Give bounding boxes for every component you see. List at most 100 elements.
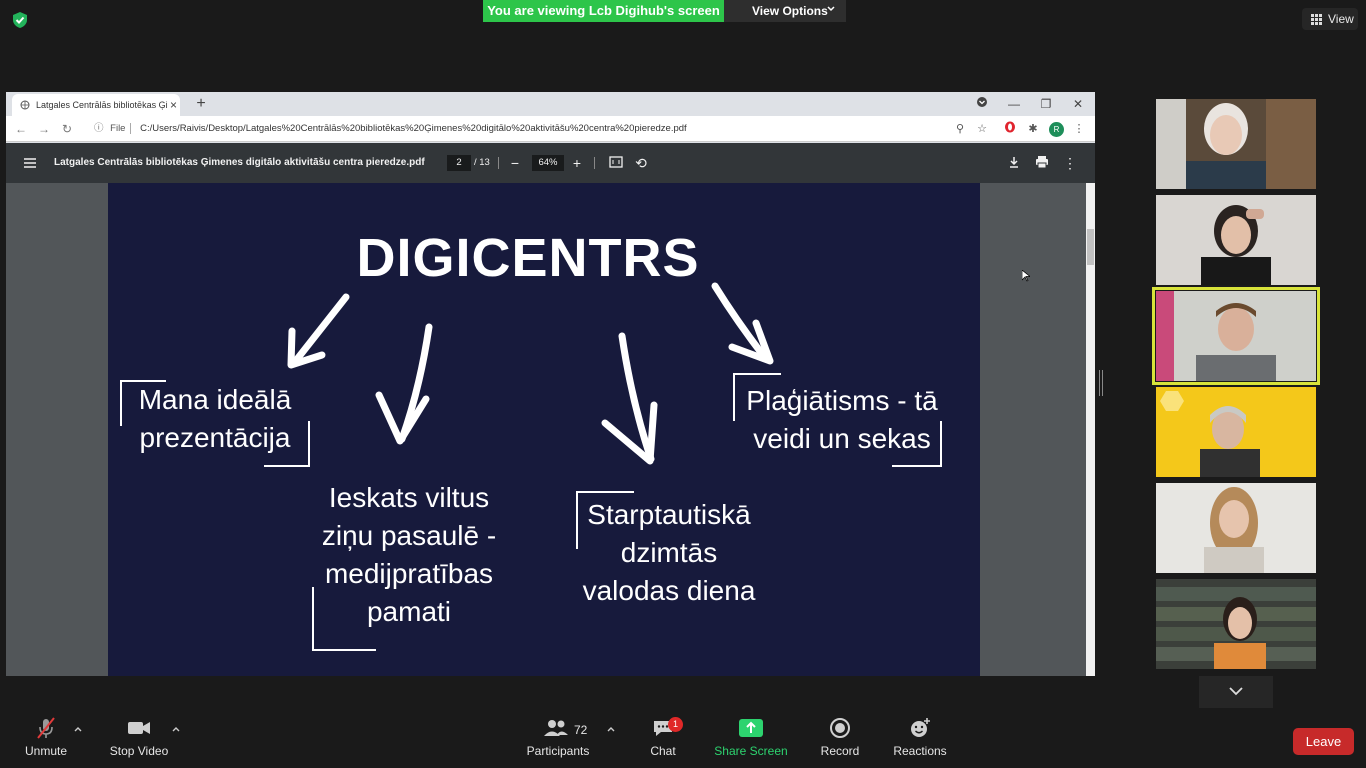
chevron-down-icon xyxy=(1229,687,1243,696)
share-screen-icon xyxy=(739,719,763,737)
audio-options-caret-icon[interactable] xyxy=(73,724,83,734)
participants-options-caret-icon[interactable] xyxy=(606,724,616,734)
stop-video-label: Stop Video xyxy=(109,744,169,758)
viewing-screen-banner: You are viewing Lcb Digihub's screen xyxy=(483,0,724,22)
tab-title: Latgales Centrālās bibliotēkas Ģi xyxy=(36,100,168,110)
resize-handle[interactable] xyxy=(1099,370,1103,396)
slide-item-4-line: Plaģiātisms - tā xyxy=(746,385,938,416)
participant-video xyxy=(1156,195,1316,285)
pdf-menu-icon[interactable] xyxy=(22,156,38,170)
rotate-icon[interactable]: ⟲ xyxy=(632,154,650,172)
record-label: Record xyxy=(820,744,860,758)
browser-tab[interactable]: Latgales Centrālās bibliotēkas Ģi × xyxy=(12,94,180,116)
slide-item-3-line: Starptautiskā xyxy=(587,499,751,530)
slide-item-3-line: dzimtās xyxy=(620,537,718,568)
video-camera-icon xyxy=(128,722,150,734)
participant-video-tile[interactable] xyxy=(1156,195,1316,285)
reload-icon[interactable]: ↻ xyxy=(59,121,75,137)
stop-video-button[interactable]: Stop Video xyxy=(104,716,174,758)
leave-meeting-button[interactable]: Leave xyxy=(1293,728,1354,755)
share-screen-label: Share Screen xyxy=(714,744,788,758)
zoom-search-icon[interactable]: ⚲ xyxy=(952,121,968,137)
fit-page-icon[interactable] xyxy=(607,154,625,172)
participant-video-tile[interactable] xyxy=(1156,99,1316,189)
record-button[interactable]: Record xyxy=(818,716,862,758)
zoom-in-icon[interactable]: + xyxy=(568,154,586,172)
globe-icon xyxy=(20,100,30,110)
view-layout-button[interactable]: View xyxy=(1302,8,1358,30)
minimize-icon[interactable]: — xyxy=(1004,95,1024,113)
slide-item-3-line: valodas diena xyxy=(582,575,756,606)
profile-avatar[interactable]: R xyxy=(1049,122,1064,137)
slide-item-1-line: prezentācija xyxy=(139,422,291,453)
extensions-puzzle-icon[interactable]: ✱ xyxy=(1025,121,1041,137)
slide-item-1-line: Mana ideālā xyxy=(138,384,292,415)
view-options-label: View Options xyxy=(752,4,828,18)
download-icon[interactable] xyxy=(1005,154,1023,172)
slide-item-2-line: medijpratības xyxy=(324,558,494,589)
toolbar-divider xyxy=(594,157,595,169)
zoom-out-icon[interactable]: − xyxy=(506,154,524,172)
participant-video xyxy=(1156,99,1316,189)
slide-item-4: Plaģiātisms - tā veidi un sekas xyxy=(744,382,940,458)
pdf-page-input[interactable]: 2 xyxy=(447,155,471,171)
pdf-title: Latgales Centrālās bibliotēkas Ģimenes d… xyxy=(54,157,425,168)
participant-video-tile-active-speaker[interactable] xyxy=(1152,287,1320,385)
unmute-label: Unmute xyxy=(24,744,68,758)
participant-count: 72 xyxy=(574,723,588,737)
pdf-more-icon[interactable]: ⋮ xyxy=(1061,154,1079,172)
close-window-icon[interactable]: ✕ xyxy=(1068,95,1088,113)
slide-item-2-line: pamati xyxy=(366,596,452,627)
view-options-button[interactable]: View Options xyxy=(724,0,846,22)
zoom-meeting-window: You are viewing Lcb Digihub's screen Vie… xyxy=(0,0,1366,768)
participants-icon xyxy=(544,720,568,736)
pdf-zoom-input[interactable]: 64% xyxy=(532,155,564,171)
forward-icon[interactable]: → xyxy=(36,121,52,137)
tab-search-icon[interactable] xyxy=(972,95,992,113)
info-icon[interactable]: ⓘ xyxy=(94,123,104,134)
participant-video-tile[interactable] xyxy=(1156,387,1316,477)
shared-screen[interactable]: Latgales Centrālās bibliotēkas Ģi × + — … xyxy=(6,92,1095,676)
mouse-cursor-icon xyxy=(1022,270,1030,282)
unmute-button[interactable]: Unmute xyxy=(20,716,72,758)
slide-item-4-line: veidi un sekas xyxy=(753,423,931,454)
slide-item-3: Starptautiskā dzimtās valodas diena xyxy=(574,496,764,610)
participant-video xyxy=(1156,291,1316,381)
reactions-label: Reactions xyxy=(893,744,947,758)
smiley-icon xyxy=(911,718,930,737)
scrollbar-thumb[interactable] xyxy=(1087,229,1094,265)
participant-video xyxy=(1156,483,1316,573)
bookmark-star-icon[interactable]: ☆ xyxy=(974,121,990,137)
video-options-caret-icon[interactable] xyxy=(171,724,181,734)
view-label: View xyxy=(1328,12,1354,26)
encryption-shield-icon[interactable] xyxy=(11,11,29,29)
more-participants-button[interactable] xyxy=(1199,676,1273,708)
record-icon xyxy=(830,718,850,738)
pdf-viewport[interactable]: DIGICENTRS Mana ideālā prezentācija Iesk… xyxy=(6,183,1086,676)
url-scheme: File xyxy=(110,123,132,134)
restore-icon[interactable]: ❐ xyxy=(1036,95,1056,113)
chat-unread-badge: 1 xyxy=(668,717,683,732)
url-field[interactable]: ⓘ File C:/Users/Raivis/Desktop/Latgales%… xyxy=(86,119,966,139)
grid-icon xyxy=(1311,14,1322,25)
print-icon[interactable] xyxy=(1033,154,1051,172)
browser-tab-bar: Latgales Centrālās bibliotēkas Ģi × + — … xyxy=(6,92,1095,116)
back-icon[interactable]: ← xyxy=(13,121,29,137)
reactions-button[interactable]: Reactions xyxy=(892,716,948,758)
participants-label: Participants xyxy=(526,744,590,758)
close-tab-icon[interactable]: × xyxy=(170,94,177,116)
pdf-scrollbar[interactable] xyxy=(1086,183,1095,676)
chat-label: Chat xyxy=(650,744,676,758)
slide-item-1: Mana ideālā prezentācija xyxy=(132,381,298,457)
browser-menu-icon[interactable]: ⋮ xyxy=(1071,121,1087,137)
share-screen-button[interactable]: Share Screen xyxy=(714,716,788,758)
pdf-slide: DIGICENTRS Mana ideālā prezentācija Iesk… xyxy=(108,183,980,676)
url-text: C:/Users/Raivis/Desktop/Latgales%20Centr… xyxy=(140,123,687,134)
chevron-down-icon xyxy=(827,6,835,12)
new-tab-button[interactable]: + xyxy=(191,94,211,114)
participant-video-tile[interactable] xyxy=(1156,483,1316,573)
participant-video xyxy=(1156,579,1316,669)
participant-video-tile[interactable] xyxy=(1156,579,1316,669)
opera-extension-icon[interactable] xyxy=(1002,121,1018,137)
slide-item-2-line: Ieskats viltus xyxy=(328,482,490,513)
